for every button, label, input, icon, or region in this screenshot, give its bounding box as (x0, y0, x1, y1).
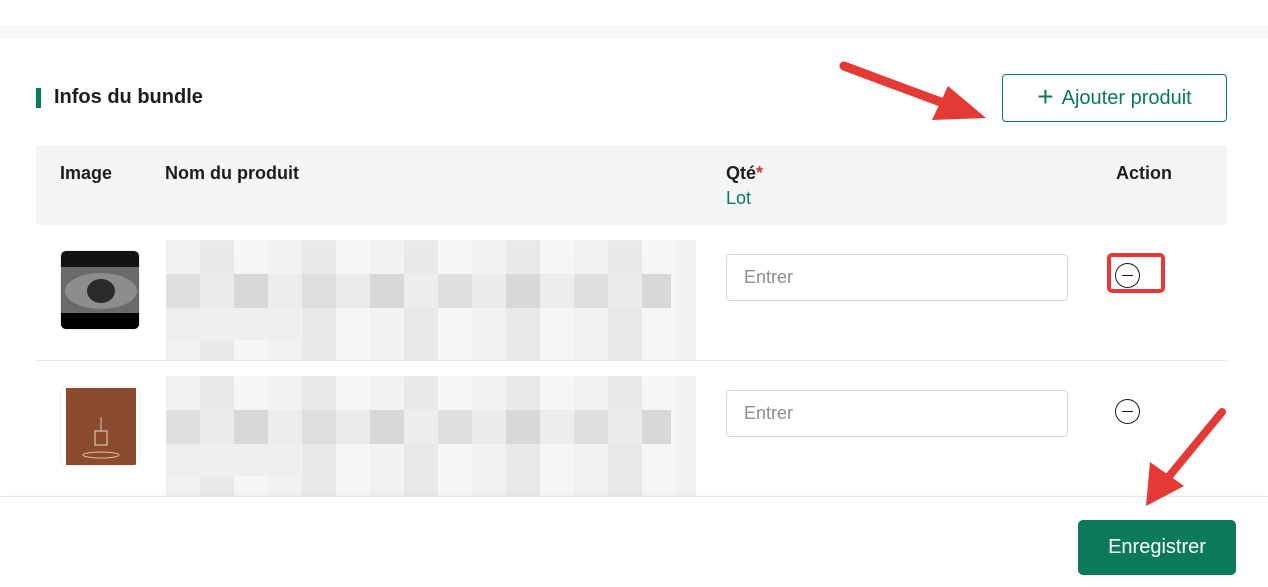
header-product-name: Nom du produit (165, 163, 299, 183)
quantity-input[interactable] (726, 390, 1068, 437)
add-product-button[interactable]: + Ajouter produit (1002, 74, 1227, 122)
product-image (60, 250, 140, 330)
plus-icon: + (1037, 80, 1054, 112)
quantity-input[interactable] (726, 254, 1068, 301)
header-quantity-unit: Lot (726, 188, 752, 208)
header-image: Image (60, 163, 113, 183)
table-row (36, 361, 1227, 497)
header-quantity-label: Qté (726, 163, 757, 183)
product-name-redacted (166, 240, 696, 360)
annotation-highlight-box (1107, 253, 1165, 293)
top-band (0, 0, 1268, 38)
header-quantity: Qté* (726, 163, 763, 184)
page: Infos du bundle + Ajouter produit Image … (0, 0, 1268, 587)
footer-bar: Enregistrer (0, 496, 1268, 587)
bundle-table: Image Nom du produit Qté* Lot Action (36, 146, 1227, 497)
minus-circle-icon[interactable] (1115, 399, 1140, 424)
save-button[interactable]: Enregistrer (1078, 520, 1236, 575)
table-row (36, 225, 1227, 361)
header-action: Action (1116, 163, 1172, 183)
section-accent-bar (36, 88, 41, 108)
section-header: Infos du bundle + Ajouter produit (36, 74, 1227, 122)
product-image (60, 386, 140, 466)
required-marker: * (756, 163, 764, 183)
table-header: Image Nom du produit Qté* Lot Action (36, 146, 1227, 225)
section-title: Infos du bundle (54, 86, 203, 108)
product-name-redacted (166, 376, 696, 496)
add-product-label: Ajouter produit (1061, 86, 1192, 109)
